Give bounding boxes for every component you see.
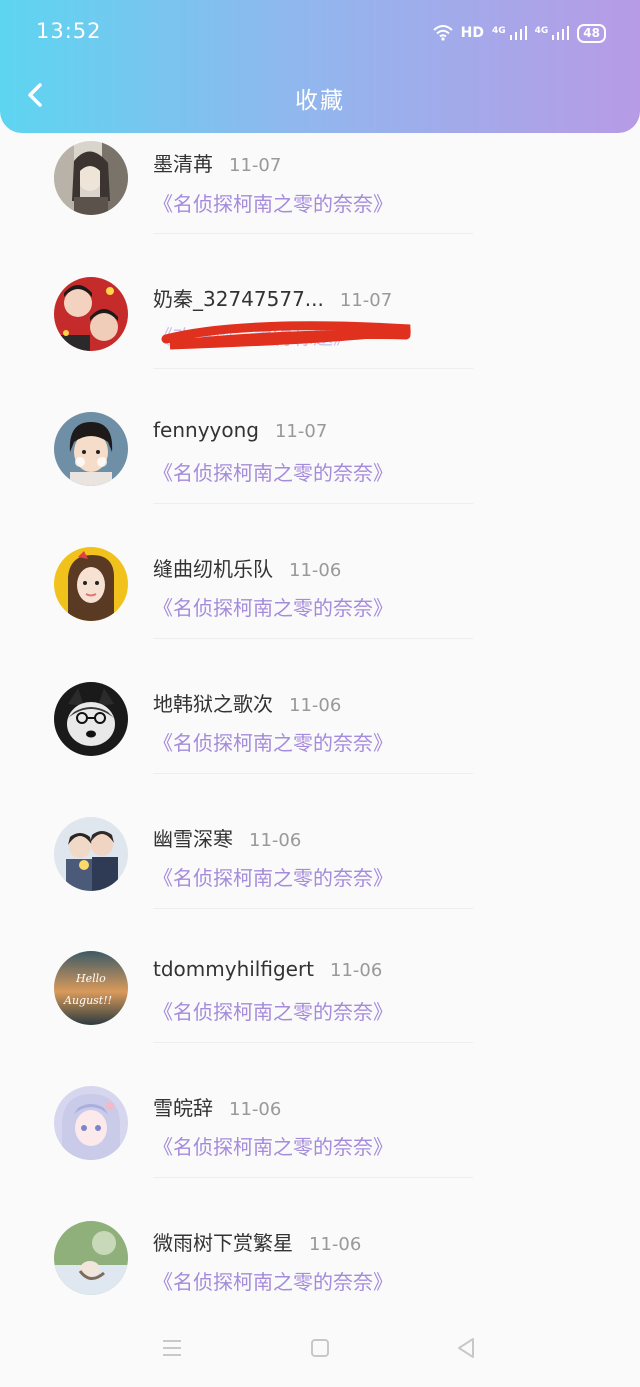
date-label: 11-06 xyxy=(289,560,342,581)
home-button[interactable] xyxy=(300,1333,340,1363)
work-title-link[interactable]: 《名侦探柯南之零的奈奈》 xyxy=(153,996,393,1025)
date-label: 11-06 xyxy=(330,960,383,981)
work-title-link[interactable]: 《名侦探柯南之零的奈奈》 xyxy=(153,457,393,486)
list-item[interactable]: 缝曲纫机乐队 11-06 《名侦探柯南之零的奈奈》 xyxy=(0,499,640,639)
app-header: 13:52 HD 4G 4G 48 收藏 xyxy=(0,0,640,133)
signal-icon: 4G xyxy=(492,26,527,40)
work-title-link[interactable]: 《名侦探柯南之零的奈奈》 xyxy=(153,188,393,217)
date-label: 11-07 xyxy=(274,421,328,442)
avatar-caption: Hello xyxy=(75,972,106,985)
list-item-name: tdommyhilfigert 11-06 xyxy=(153,957,382,981)
list-item-name: 雪皖辞 11-06 xyxy=(153,1092,281,1121)
user-name[interactable]: 地韩狱之歌次 xyxy=(153,692,273,716)
list-item-name: fennyyong 11-07 xyxy=(153,418,327,442)
list-item[interactable]: 雪皖辞 11-06 《名侦探柯南之零的奈奈》 xyxy=(0,1038,640,1178)
home-square-icon xyxy=(311,1339,329,1357)
system-nav-bar xyxy=(0,1311,640,1387)
back-triangle-icon xyxy=(458,1338,474,1358)
date-label: 11-06 xyxy=(309,1234,362,1255)
user-name[interactable]: 缝曲纫机乐队 xyxy=(153,557,273,581)
clock: 13:52 xyxy=(36,19,102,43)
date-label: 11-06 xyxy=(229,1099,282,1120)
list-item[interactable]: Hello August!! tdommyhilfigert 11-06 《名侦探… xyxy=(0,904,640,1043)
user-name[interactable]: 墨清苒 xyxy=(153,152,213,176)
avatar[interactable] xyxy=(54,277,128,351)
page-title: 收藏 xyxy=(295,88,345,114)
battery-icon: 48 xyxy=(577,23,606,43)
user-name[interactable]: fennyyong xyxy=(153,418,259,442)
date-label: 11-06 xyxy=(289,695,342,716)
work-title-link[interactable]: 《名侦探柯南之零的奈奈》 xyxy=(153,1266,393,1295)
list-item[interactable]: 奶秦_32747577... 11-07 《欢乐颂，主得标题》 xyxy=(0,229,640,369)
avatar[interactable] xyxy=(54,1221,128,1295)
list-item-name: 幽雪深寒 11-06 xyxy=(153,823,301,852)
user-name[interactable]: 奶秦_32747577... xyxy=(153,287,324,311)
list-item-name: 墨清苒 11-07 xyxy=(153,148,281,177)
work-title-link[interactable]: 《名侦探柯南之零的奈奈》 xyxy=(153,862,393,891)
date-label: 11-07 xyxy=(339,290,393,311)
list-item-name: 缝曲纫机乐队 11-06 xyxy=(153,553,341,582)
list-item-name: 奶秦_32747577... 11-07 xyxy=(153,283,392,312)
list-item-name: 微雨树下赏繁星 11-06 xyxy=(153,1227,361,1256)
date-label: 11-07 xyxy=(229,155,282,176)
date-label: 11-06 xyxy=(249,830,302,851)
avatar[interactable] xyxy=(54,1086,128,1160)
avatar-caption: August!! xyxy=(63,994,112,1007)
work-title-link[interactable]: 《名侦探柯南之零的奈奈》 xyxy=(153,592,393,621)
hd-label: HD xyxy=(460,25,484,41)
list-item[interactable]: 地韩狱之歌次 11-06 《名侦探柯南之零的奈奈》 xyxy=(0,634,640,774)
avatar[interactable]: Hello August!! xyxy=(54,951,128,1025)
list-item-name: 地韩狱之歌次 11-06 xyxy=(153,688,341,717)
status-bar: 13:52 HD 4G 4G 48 xyxy=(0,0,640,66)
work-title-link[interactable]: 《名侦探柯南之零的奈奈》 xyxy=(153,727,393,756)
user-name[interactable]: tdommyhilfigert xyxy=(153,957,314,981)
avatar[interactable] xyxy=(54,141,128,215)
list-item[interactable]: fennyyong 11-07 《名侦探柯南之零的奈奈》 xyxy=(0,364,640,504)
user-name[interactable]: 微雨树下赏繁星 xyxy=(153,1231,293,1255)
avatar[interactable] xyxy=(54,682,128,756)
avatar[interactable] xyxy=(54,547,128,621)
network-label: 4G xyxy=(534,26,549,36)
system-back-button[interactable] xyxy=(446,1333,486,1363)
status-icons: HD 4G 4G 48 xyxy=(432,22,606,44)
user-name[interactable]: 雪皖辞 xyxy=(153,1096,213,1120)
wifi-icon xyxy=(432,25,453,41)
network-label: 4G xyxy=(491,26,506,36)
list-item[interactable]: 幽雪深寒 11-06 《名侦探柯南之零的奈奈》 xyxy=(0,769,640,909)
menu-icon xyxy=(163,1340,181,1356)
signal-icon: 4G xyxy=(535,26,570,40)
avatar[interactable] xyxy=(54,817,128,891)
menu-button[interactable] xyxy=(152,1333,192,1363)
avatar[interactable] xyxy=(54,412,128,486)
work-title-link[interactable]: 《名侦探柯南之零的奈奈》 xyxy=(153,1131,393,1160)
user-name[interactable]: 幽雪深寒 xyxy=(153,827,233,851)
redaction-scribble xyxy=(161,321,411,350)
list-item[interactable]: 微雨树下赏繁星 11-06 《名侦探柯南之零的奈奈》 xyxy=(0,1173,640,1307)
